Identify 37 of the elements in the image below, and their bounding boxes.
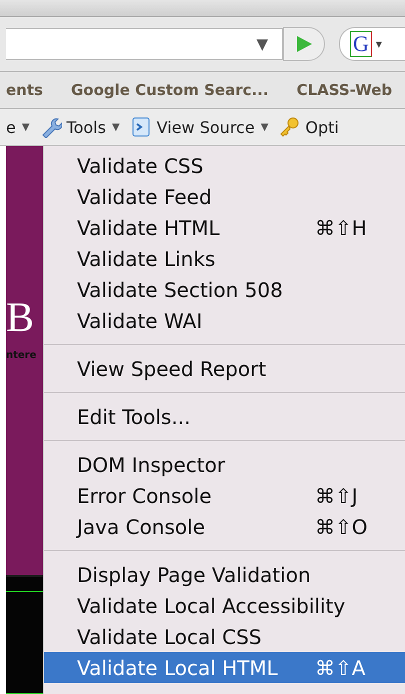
menu-item[interactable]: Validate HTML ⌘⇧H [44,212,405,243]
tagline-text: ntere [6,350,38,361]
toolbar-button[interactable]: e [6,118,16,136]
menu-item[interactable]: Validate CSS [44,150,405,181]
go-button[interactable] [283,27,325,61]
search-engine-logo: G [350,31,372,57]
toolbar-button[interactable]: Opti [278,116,339,138]
menu-item[interactable]: Validate Local CSS [44,621,405,652]
menu-item[interactable]: Validate Local HTML ⌘⇧A [44,652,405,683]
play-icon [295,35,313,53]
key-icon [278,116,300,138]
document-icon [130,116,152,138]
dropdown-caret[interactable]: ▼ [112,122,120,132]
menu-item[interactable]: Error Console ⌘⇧J [44,480,405,511]
search-field[interactable]: G ▾ [339,27,405,61]
dropdown-caret[interactable]: ▼ [22,122,30,132]
wrench-icon [40,116,62,138]
menu-item[interactable]: Validate Local Accessibility [44,590,405,621]
bookmark-link[interactable]: ents [6,81,43,99]
dropdown-caret[interactable]: ▾ [376,37,382,51]
menu-item[interactable]: Display Page Validation [44,559,405,590]
menu-item[interactable]: Java Console ⌘⇧O [44,511,405,542]
menu-item[interactable]: Validate Section 508 [44,274,405,305]
bookmark-link[interactable]: Google Custom Searc... [70,81,269,99]
menu-item[interactable]: Validate Links [44,243,405,274]
toolbar-button[interactable]: Tools [40,116,106,138]
address-field[interactable]: ▼ [6,28,283,60]
dropdown-caret[interactable]: ▼ [256,35,268,53]
bookmark-link[interactable]: CLASS-Web [296,81,392,99]
menu-item[interactable]: View Speed Report [44,353,405,384]
menu-item[interactable]: Validate WAI [44,305,405,336]
menu-item[interactable]: Edit Tools... [44,401,405,432]
toolbar-button[interactable]: View Source [130,116,255,138]
site-heading: B [6,296,36,340]
dropdown-caret[interactable]: ▼ [260,122,268,132]
menu-item[interactable]: Validate Feed [44,181,405,212]
menu-item[interactable]: DOM Inspector [44,449,405,480]
